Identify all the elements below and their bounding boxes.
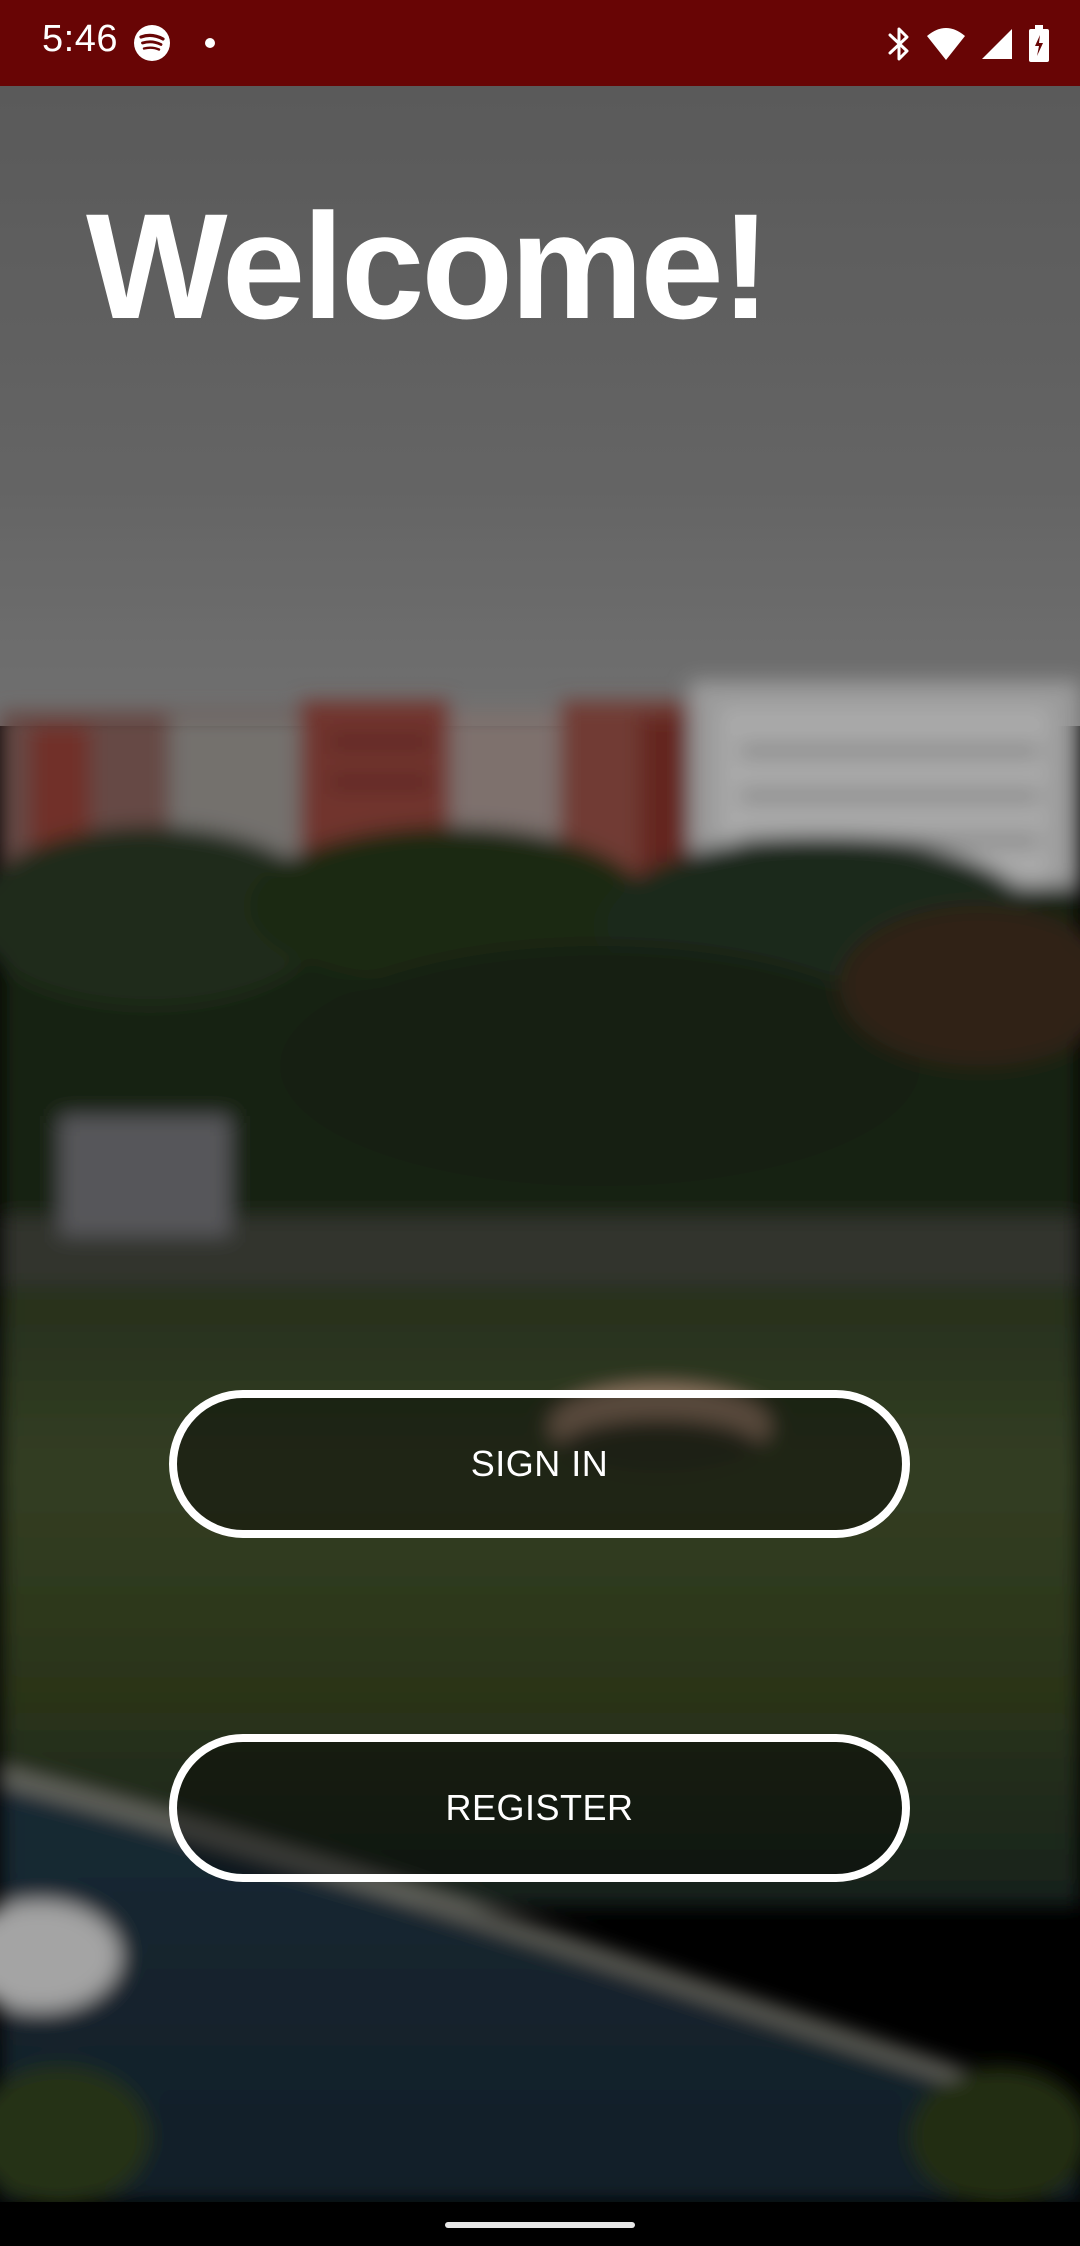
- page-title: Welcome!: [86, 182, 771, 350]
- navigation-bar: [0, 2202, 1080, 2246]
- status-bar: 5:46: [0, 0, 1080, 86]
- app-screen: 5:46 Welcome! SIGN IN REGISTER: [0, 0, 1080, 2246]
- signal-icon: [980, 27, 1014, 61]
- register-button[interactable]: REGISTER: [169, 1734, 910, 1882]
- spotify-icon: [133, 24, 171, 62]
- wifi-icon: [926, 26, 966, 62]
- notification-dot-icon: [205, 38, 215, 48]
- sign-in-button[interactable]: SIGN IN: [169, 1390, 910, 1538]
- status-time: 5:46: [42, 18, 118, 60]
- home-gesture-handle[interactable]: [445, 2222, 635, 2228]
- status-icons: [886, 22, 1050, 66]
- battery-icon: [1028, 25, 1050, 63]
- background-image: [0, 86, 1080, 2202]
- bluetooth-icon: [886, 24, 912, 64]
